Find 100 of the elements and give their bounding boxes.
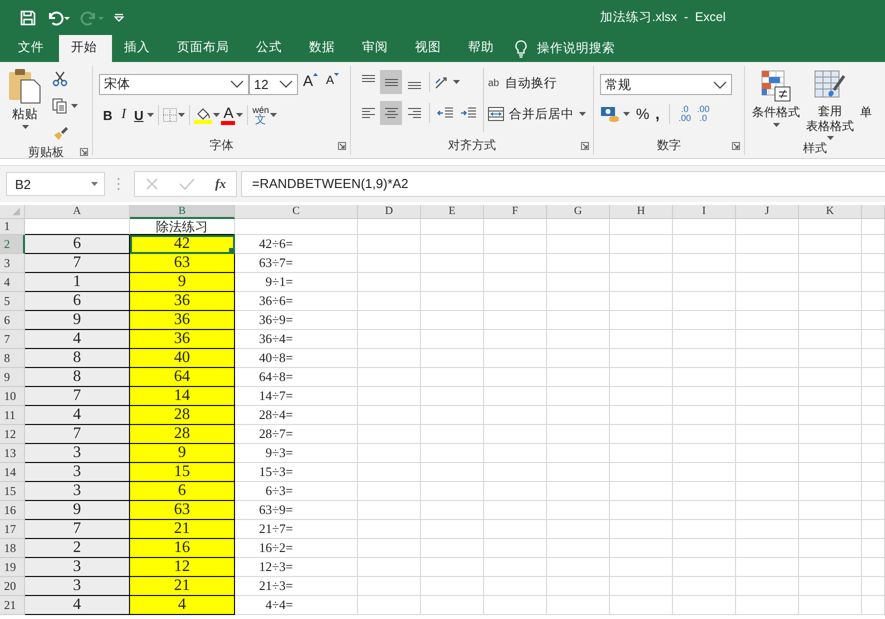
ribbon-tab[interactable]: 页面布局 <box>165 35 244 62</box>
table-cell[interactable] <box>673 349 736 368</box>
table-cell[interactable]: 36÷4= <box>235 330 358 349</box>
table-cell[interactable] <box>484 463 547 482</box>
table-cell[interactable] <box>736 558 799 577</box>
column-header[interactable]: F <box>484 205 547 219</box>
table-cell[interactable]: 4÷4= <box>235 596 358 615</box>
table-cell[interactable] <box>736 463 799 482</box>
table-cell[interactable] <box>736 330 799 349</box>
format-as-table-button[interactable]: 套用 表格格式 <box>803 66 857 140</box>
table-cell[interactable] <box>358 596 421 615</box>
table-cell[interactable]: 28÷4= <box>235 406 358 425</box>
table-cell[interactable] <box>610 482 673 501</box>
table-cell[interactable] <box>862 425 885 444</box>
table-cell[interactable]: 6 <box>25 235 130 254</box>
table-cell[interactable] <box>547 330 610 349</box>
table-cell[interactable] <box>673 368 736 387</box>
table-cell[interactable] <box>673 520 736 539</box>
table-cell[interactable] <box>421 368 484 387</box>
table-cell[interactable] <box>547 482 610 501</box>
column-header[interactable]: E <box>421 205 484 219</box>
table-cell[interactable] <box>484 539 547 558</box>
table-cell[interactable] <box>547 273 610 292</box>
table-cell[interactable] <box>862 463 885 482</box>
table-cell[interactable]: 21 <box>130 577 235 596</box>
row-header[interactable]: 6 <box>0 311 25 330</box>
table-cell[interactable] <box>547 219 610 235</box>
table-cell[interactable] <box>358 425 421 444</box>
table-cell[interactable] <box>547 235 610 254</box>
table-cell[interactable] <box>484 219 547 235</box>
column-header[interactable]: K <box>799 205 862 219</box>
table-cell[interactable] <box>484 406 547 425</box>
table-cell[interactable] <box>736 254 799 273</box>
row-header[interactable]: 17 <box>0 520 25 539</box>
fill-color-icon[interactable] <box>194 106 212 124</box>
table-cell[interactable] <box>673 425 736 444</box>
table-cell[interactable] <box>610 444 673 463</box>
row-header[interactable]: 9 <box>0 368 25 387</box>
table-cell[interactable] <box>862 273 885 292</box>
column-header[interactable]: B <box>130 205 235 219</box>
table-cell[interactable] <box>421 330 484 349</box>
table-cell[interactable]: 4 <box>25 330 130 349</box>
table-cell[interactable] <box>862 501 885 520</box>
table-cell[interactable] <box>484 482 547 501</box>
table-cell[interactable] <box>736 444 799 463</box>
row-header[interactable]: 4 <box>0 273 25 292</box>
table-cell[interactable] <box>547 254 610 273</box>
table-cell[interactable]: 40÷8= <box>235 349 358 368</box>
undo-icon[interactable] <box>46 10 70 26</box>
check-icon[interactable] <box>179 177 196 191</box>
currency-icon[interactable] <box>600 106 620 122</box>
table-cell[interactable] <box>862 406 885 425</box>
table-cell[interactable] <box>484 368 547 387</box>
row-header[interactable]: 13 <box>0 444 25 463</box>
table-cell[interactable] <box>358 368 421 387</box>
italic-button[interactable]: I <box>117 104 130 126</box>
ribbon-tab[interactable]: 视图 <box>403 35 456 62</box>
table-cell[interactable]: 2 <box>25 539 130 558</box>
table-cell[interactable] <box>799 330 862 349</box>
table-cell[interactable] <box>862 482 885 501</box>
table-cell[interactable] <box>484 387 547 406</box>
table-cell[interactable] <box>736 292 799 311</box>
table-cell[interactable] <box>736 501 799 520</box>
column-header[interactable] <box>862 205 885 219</box>
table-cell[interactable]: 12 <box>130 558 235 577</box>
table-cell[interactable] <box>610 292 673 311</box>
column-header[interactable]: A <box>25 205 130 219</box>
table-cell[interactable] <box>421 235 484 254</box>
table-cell[interactable]: 6 <box>25 292 130 311</box>
table-cell[interactable] <box>421 311 484 330</box>
table-cell[interactable] <box>358 520 421 539</box>
table-cell[interactable] <box>862 219 885 235</box>
table-cell[interactable]: 36 <box>130 292 235 311</box>
table-cell[interactable] <box>484 577 547 596</box>
table-cell[interactable] <box>736 387 799 406</box>
table-cell[interactable] <box>484 254 547 273</box>
table-cell[interactable] <box>673 444 736 463</box>
table-cell[interactable]: 6÷3= <box>235 482 358 501</box>
table-cell[interactable] <box>421 425 484 444</box>
table-cell[interactable] <box>358 330 421 349</box>
table-cell[interactable] <box>547 425 610 444</box>
table-cell[interactable]: 42 <box>130 235 235 254</box>
table-cell[interactable] <box>610 577 673 596</box>
table-cell[interactable] <box>421 577 484 596</box>
column-header[interactable]: C <box>235 205 358 219</box>
table-cell[interactable] <box>673 463 736 482</box>
table-cell[interactable] <box>862 349 885 368</box>
table-cell[interactable] <box>862 558 885 577</box>
table-cell[interactable] <box>673 482 736 501</box>
table-cell[interactable] <box>673 501 736 520</box>
phonetic-button[interactable]: wén 文 <box>252 105 269 125</box>
table-cell[interactable] <box>862 292 885 311</box>
table-cell[interactable]: 64÷8= <box>235 368 358 387</box>
table-cell[interactable]: 28 <box>130 406 235 425</box>
table-cell[interactable] <box>610 463 673 482</box>
table-cell[interactable]: 28 <box>130 425 235 444</box>
column-header[interactable]: H <box>610 205 673 219</box>
table-cell[interactable] <box>799 349 862 368</box>
ribbon-tab[interactable]: 审阅 <box>350 35 403 62</box>
table-cell[interactable]: 7 <box>25 520 130 539</box>
